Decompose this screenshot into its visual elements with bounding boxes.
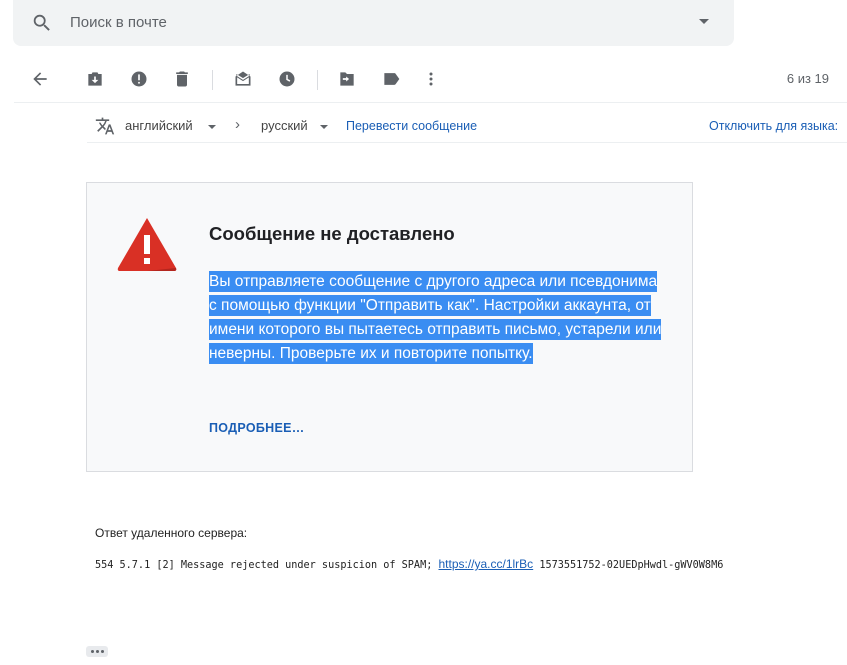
- move-to-icon[interactable]: [337, 69, 357, 89]
- show-trimmed-content-button[interactable]: [86, 646, 108, 657]
- warning-icon: [115, 215, 179, 273]
- search-icon[interactable]: [31, 12, 53, 34]
- server-response-link[interactable]: https://ya.cc/1lrBc: [438, 557, 533, 571]
- server-response-label: Ответ удаленного сервера:: [95, 526, 248, 540]
- search-bar[interactable]: Поиск в почте: [13, 0, 734, 46]
- back-arrow-icon[interactable]: [30, 69, 50, 89]
- server-response-id: 1573551752-02UEDpHwdl-gWV0W8M6: [539, 560, 724, 571]
- server-response-code: 554 5.7.1 [2] Message rejected under sus…: [95, 560, 433, 571]
- delete-icon[interactable]: [172, 69, 192, 89]
- translate-bar: английский › русский Перевести сообщение…: [87, 108, 847, 143]
- snooze-icon[interactable]: [277, 69, 297, 89]
- message-counter: 6 из 19: [786, 71, 829, 86]
- label-icon[interactable]: [381, 69, 401, 89]
- translate-icon: [95, 116, 115, 136]
- target-language-select[interactable]: русский: [261, 118, 308, 133]
- error-message-text: Вы отправляете сообщение с другого адрес…: [209, 271, 662, 364]
- message-toolbar: 6 из 19: [0, 54, 847, 104]
- search-input[interactable]: Поиск в почте: [70, 14, 167, 31]
- learn-more-link[interactable]: ПОДРОБНЕЕ…: [209, 421, 305, 435]
- translate-message-link[interactable]: Перевести сообщение: [346, 119, 477, 133]
- more-vert-icon[interactable]: [421, 69, 441, 89]
- target-language-chevron-down-icon[interactable]: [320, 125, 328, 129]
- report-spam-icon[interactable]: [129, 69, 149, 89]
- delivery-error-card: Сообщение не доставлено Вы отправляете с…: [86, 182, 693, 472]
- search-options-chevron-down-icon[interactable]: [699, 19, 709, 24]
- error-message: Вы отправляете сообщение с другого адрес…: [209, 270, 669, 366]
- source-language-select[interactable]: английский: [125, 118, 193, 133]
- toolbar-divider: [14, 102, 847, 103]
- error-title: Сообщение не доставлено: [209, 223, 455, 244]
- disable-for-language-link[interactable]: Отключить для языка:: [709, 119, 838, 133]
- chevron-right-icon: ›: [235, 116, 240, 133]
- server-response-line: 554 5.7.1 [2] Message rejected under sus…: [95, 557, 723, 571]
- mark-unread-icon[interactable]: [233, 69, 253, 89]
- source-language-chevron-down-icon[interactable]: [208, 125, 216, 129]
- archive-icon[interactable]: [85, 69, 105, 89]
